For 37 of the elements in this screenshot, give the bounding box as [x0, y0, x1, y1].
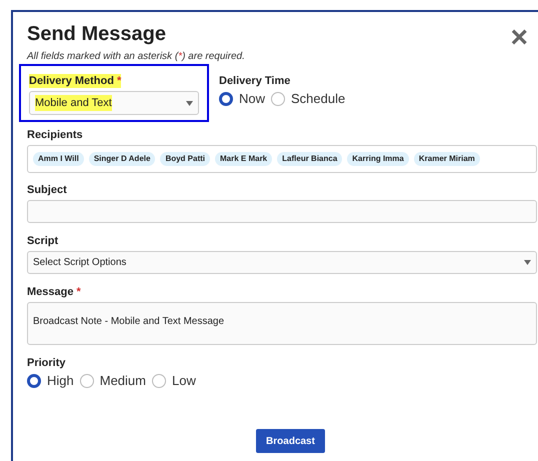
select-value: Mobile and Text [35, 94, 112, 112]
field-label: Delivery Time [219, 74, 290, 88]
radio-label: High [47, 373, 74, 389]
close-button[interactable]: × [510, 23, 528, 53]
recipient-chip[interactable]: Boyd Patti [160, 152, 210, 166]
radio-button[interactable] [219, 92, 233, 106]
dialog-title: Send Message [27, 22, 167, 47]
radio-label: Schedule [291, 91, 346, 107]
recipient-chip[interactable]: Amm I Will [33, 152, 84, 166]
recipient-chip[interactable]: Kramer Miriam [414, 152, 480, 166]
dropdown-caret-icon [524, 260, 531, 265]
radio-button[interactable] [80, 374, 94, 388]
broadcast-button[interactable]: Broadcast [256, 429, 325, 453]
field-label: Script [27, 234, 58, 248]
delivery-method-select[interactable]: Mobile and Text [29, 91, 199, 115]
message-text: Broadcast Note - Mobile and Text Message [33, 316, 224, 327]
field-label: Message * [27, 285, 81, 299]
required-note: All fields marked with an asterisk (*) are required. [27, 50, 245, 64]
field-label: Recipients [27, 128, 83, 142]
recipient-chip[interactable]: Singer D Adele [88, 152, 156, 166]
recipient-chip[interactable]: Mark E Mark [215, 152, 272, 166]
radio-button[interactable] [152, 374, 166, 388]
field-label: Subject [27, 183, 67, 197]
dropdown-caret-icon [186, 100, 193, 106]
select-value: Select Script Options [33, 256, 126, 270]
recipient-chip[interactable]: Lafleur Bianca [277, 152, 342, 166]
radio-label: Low [172, 373, 196, 389]
radio-label: Medium [100, 373, 146, 389]
script-select[interactable]: Select Script Options [27, 251, 537, 274]
radio-label: Now [239, 91, 266, 107]
recipients-field[interactable]: Amm I Will Singer D Adele Boyd Patti Mark E Mark Lafleur Bianca Karring Imma Kramer Miriam [27, 145, 537, 173]
field-label: Priority [27, 356, 66, 370]
radio-button[interactable] [271, 92, 286, 106]
radio-button[interactable] [27, 374, 41, 388]
subject-field[interactable] [27, 200, 537, 223]
message-field[interactable]: Broadcast Note - Mobile and Text Message [27, 302, 537, 345]
recipient-chip[interactable]: Karring Imma [347, 152, 409, 166]
